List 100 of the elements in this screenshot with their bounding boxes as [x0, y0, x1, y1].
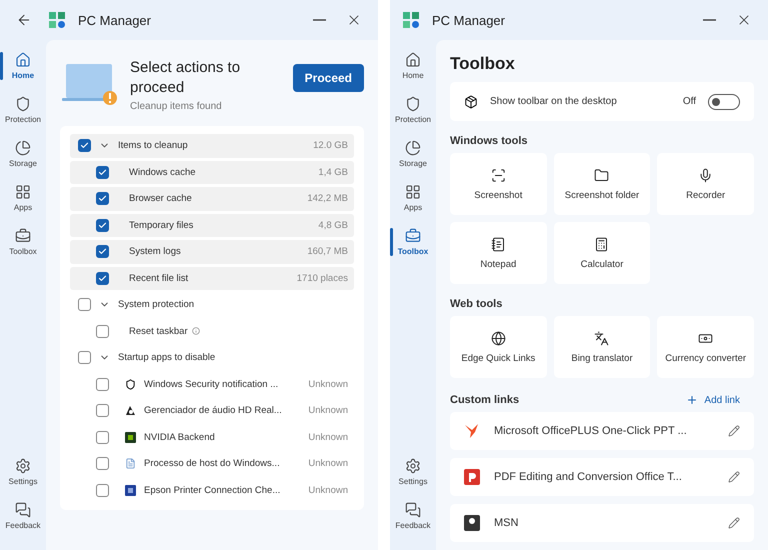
cleanup-row[interactable]: NVIDIA Backend Unknown [70, 426, 354, 449]
size-label: 1,4 GB [318, 166, 348, 178]
proceed-button[interactable]: Proceed [292, 64, 364, 92]
cleanup-row[interactable]: Recent file list 1710 places [70, 266, 354, 290]
cleanup-row[interactable]: Epson Printer Connection Che... Unknown [70, 478, 354, 502]
pie-chart-icon [405, 140, 421, 156]
home-icon [15, 52, 31, 68]
add-link-button[interactable]: Add link [686, 394, 754, 406]
window-title: PC Manager [78, 12, 152, 28]
edit-icon[interactable] [728, 517, 740, 529]
apps-grid-icon [15, 184, 31, 200]
app-logo-icon [402, 11, 420, 29]
check-icon [98, 168, 107, 177]
sidebar-item[interactable]: Apps [0, 180, 46, 216]
sidebar-item[interactable]: Protection [0, 92, 46, 128]
checkbox[interactable] [96, 457, 109, 470]
toggle-switch[interactable] [708, 94, 740, 110]
category-label: Startup apps to disable [118, 352, 216, 364]
checkbox[interactable] [96, 404, 109, 418]
link-row[interactable]: MSN [450, 504, 754, 542]
link-row[interactable]: PDF Editing and Conversion Office T... [450, 458, 754, 496]
sidebar-item[interactable]: Storage [0, 136, 46, 172]
category-row[interactable]: Startup apps to disable [70, 346, 354, 370]
sidebar-item[interactable]: Apps [390, 180, 436, 216]
checkbox[interactable] [96, 378, 109, 391]
cleanup-row[interactable]: Processo de host do Windows... Unknown [70, 452, 354, 476]
cleanup-row[interactable]: Windows cache 1,4 GB [70, 160, 354, 184]
item-label: NVIDIA Backend [144, 432, 215, 443]
sidebar-item[interactable]: Toolbox [390, 224, 436, 260]
tool-tile[interactable]: Calculator [554, 222, 650, 284]
checkbox[interactable] [96, 484, 109, 497]
apps-grid-icon [405, 184, 421, 200]
sidebar-item[interactable]: Settings [390, 454, 436, 490]
sidebar-item[interactable]: Toolbox [0, 224, 46, 260]
shield-icon [125, 378, 136, 390]
chip-app-icon [125, 432, 136, 443]
sidebar-item[interactable]: Protection [390, 92, 436, 128]
check-icon [80, 141, 89, 150]
item-label: Browser cache [129, 193, 192, 204]
sidebar-item[interactable]: Settings [0, 454, 46, 490]
toggle-state: Off [682, 96, 696, 107]
size-label: Unknown [308, 458, 348, 470]
checkbox[interactable] [96, 218, 109, 232]
tool-tile[interactable]: Currency converter [657, 316, 754, 378]
cleanup-row[interactable]: Gerenciador de áudio HD Real... Unknown [70, 399, 354, 422]
checkbox[interactable] [96, 166, 109, 179]
sidebar-item[interactable]: Storage [390, 136, 436, 172]
pdf-app-icon [464, 469, 480, 485]
sidebar-item[interactable]: Home [0, 48, 46, 84]
tool-tile[interactable]: Edge Quick Links [450, 316, 547, 378]
item-label: Temporary files [129, 220, 194, 231]
check-icon [98, 274, 107, 283]
checkbox[interactable] [96, 324, 109, 338]
checkbox[interactable] [96, 430, 109, 444]
size-label: 1710 places [296, 272, 348, 284]
checkbox[interactable] [78, 298, 91, 312]
edit-icon[interactable] [728, 425, 740, 437]
checkbox[interactable] [78, 351, 91, 364]
item-label: Gerenciador de áudio HD Real... [144, 405, 282, 416]
minimize-icon [313, 19, 326, 21]
tool-tile[interactable]: Screenshot folder [554, 153, 650, 215]
category-label: System protection [118, 299, 196, 310]
checkbox[interactable] [96, 272, 109, 285]
cleanup-row[interactable]: Browser cache 142,2 MB [70, 187, 354, 210]
checkbox[interactable] [96, 245, 109, 258]
size-label: Unknown [308, 432, 348, 443]
settings-icon [15, 458, 31, 474]
checkbox[interactable] [78, 139, 91, 152]
tool-tile[interactable]: Screenshot [450, 153, 547, 215]
section-title: Windows tools [450, 135, 529, 147]
cleanup-row[interactable]: Windows Security notification ... Unknown [70, 372, 354, 396]
briefcase-icon [405, 228, 421, 244]
cleanup-row[interactable]: Temporary files 4,8 GB [70, 214, 354, 237]
link-label: PDF Editing and Conversion Office T... [494, 471, 683, 483]
category-row[interactable]: System protection [70, 293, 354, 316]
page-title: Toolbox [450, 54, 516, 74]
sidebar-item[interactable]: Feedback [0, 498, 46, 534]
sidebar-item[interactable]: Home [390, 48, 436, 84]
edit-icon[interactable] [728, 471, 740, 483]
page-subtitle: Cleanup items found [130, 101, 223, 112]
checkbox[interactable] [96, 192, 109, 206]
category-row[interactable]: Items to cleanup 12.0 GB [70, 134, 354, 158]
tool-tile[interactable]: Notepad [450, 222, 547, 284]
tool-tile[interactable]: Bing translator [554, 316, 650, 378]
link-row[interactable]: Microsoft OfficePLUS One-Click PPT ... [450, 412, 754, 450]
tool-tile[interactable]: Recorder [657, 153, 754, 215]
calculator-icon [594, 236, 610, 252]
translate-icon [594, 330, 610, 346]
home-icon [405, 52, 421, 68]
folder-icon [594, 168, 610, 182]
size-label: Unknown [308, 484, 348, 496]
check-icon [98, 194, 107, 204]
sidebar-item[interactable]: Feedback [390, 498, 436, 534]
cleanup-row[interactable]: Reset taskbar [70, 320, 354, 343]
microphone-icon [698, 168, 714, 182]
info-icon[interactable] [192, 327, 200, 336]
cleanup-row[interactable]: System logs 160,7 MB [70, 240, 354, 264]
app-logo-icon [48, 11, 66, 29]
category-label: Items to cleanup [118, 140, 189, 152]
link-label: Microsoft OfficePLUS One-Click PPT ... [494, 425, 688, 437]
